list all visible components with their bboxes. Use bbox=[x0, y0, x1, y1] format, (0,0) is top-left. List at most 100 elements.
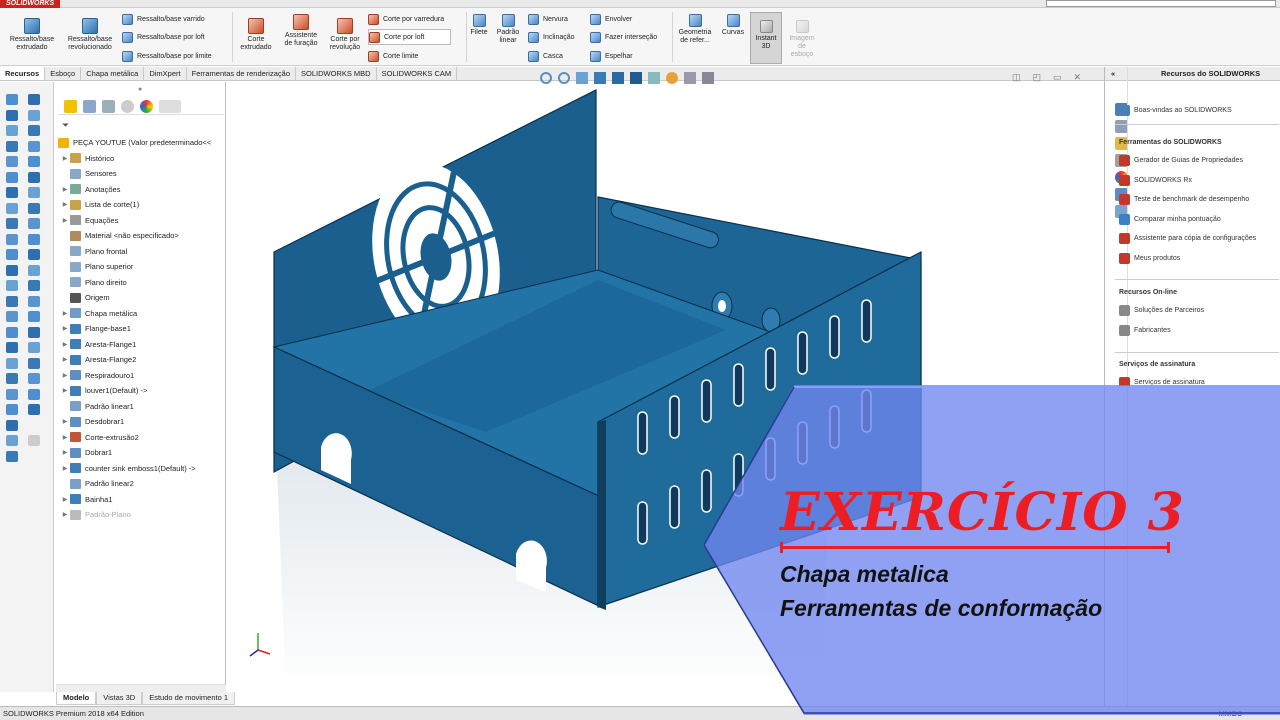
sheet-metal-tool-icon[interactable] bbox=[6, 233, 18, 245]
expand-arrow-icon[interactable]: ▶ bbox=[60, 341, 70, 348]
sheet-metal-tool-icon[interactable] bbox=[6, 435, 18, 446]
tree-item[interactable]: Padrão linear1 bbox=[54, 399, 226, 415]
sheet-metal-tool-icon[interactable] bbox=[28, 202, 40, 214]
online-link[interactable]: Fabricantes bbox=[1119, 324, 1171, 336]
mirror-button[interactable]: Espelhar bbox=[590, 48, 633, 64]
tree-item[interactable]: Plano superior bbox=[54, 259, 226, 275]
sheet-metal-tool-icon[interactable] bbox=[28, 140, 40, 152]
tree-item[interactable]: Sensores bbox=[54, 166, 226, 182]
dimxpert-manager-tab-icon[interactable] bbox=[121, 99, 134, 113]
wrap-button[interactable]: Envolver bbox=[590, 11, 632, 27]
draft-button[interactable]: Inclinação bbox=[528, 29, 575, 45]
expand-arrow-icon[interactable]: ▶ bbox=[60, 310, 70, 317]
close-icon[interactable]: ✕ bbox=[1074, 72, 1082, 83]
sheet-metal-tool-icon[interactable] bbox=[28, 109, 40, 121]
bottom-tab-0[interactable]: Modelo bbox=[56, 692, 97, 705]
tab-scroll-arrows-icon[interactable] bbox=[159, 99, 181, 113]
edit-appearance-icon[interactable] bbox=[666, 72, 678, 84]
expand-arrow-icon[interactable]: ▶ bbox=[60, 155, 70, 162]
sheet-metal-tool-icon[interactable] bbox=[6, 249, 18, 260]
configuration-manager-tab-icon[interactable] bbox=[102, 99, 115, 113]
shell-button[interactable]: Casca bbox=[528, 48, 563, 64]
panel-pin-icon[interactable]: ● bbox=[138, 86, 142, 93]
tree-item[interactable]: ▶ louver1(Default) -> bbox=[54, 383, 226, 399]
tree-item[interactable]: Origem bbox=[54, 290, 226, 306]
boundary-cut-button[interactable]: Corte limite bbox=[368, 48, 418, 64]
filter-icon[interactable]: ⏷ bbox=[62, 120, 69, 131]
online-link[interactable]: Soluções de Parceiros bbox=[1119, 305, 1204, 316]
sheet-metal-tool-icon[interactable] bbox=[28, 311, 40, 322]
tree-item[interactable]: Plano frontal bbox=[54, 244, 226, 260]
expand-arrow-icon[interactable]: ▶ bbox=[60, 356, 70, 363]
subscription-link[interactable]: Serviços de assinatura bbox=[1119, 377, 1205, 388]
units-indicator[interactable]: MMGS bbox=[1219, 707, 1242, 720]
expand-arrow-icon[interactable]: ▶ bbox=[60, 511, 70, 518]
tree-item[interactable]: ▶ Chapa metálica bbox=[54, 306, 226, 322]
expand-arrow-icon[interactable]: ▶ bbox=[60, 186, 70, 193]
sheet-metal-tool-icon[interactable] bbox=[6, 171, 18, 183]
sheet-metal-tool-icon[interactable] bbox=[6, 326, 18, 338]
property-manager-tab-icon[interactable] bbox=[83, 99, 96, 113]
tree-item[interactable]: ▶ Equações bbox=[54, 213, 226, 229]
tree-item[interactable]: ▶ counter sink emboss1(Default) -> bbox=[54, 461, 226, 477]
rib-button[interactable]: Nervura bbox=[528, 11, 568, 27]
tool-link[interactable]: Meus produtos bbox=[1119, 253, 1180, 264]
tree-root-part[interactable]: PEÇA YOUTUE (Valor predeterminado<< bbox=[54, 135, 226, 151]
expand-arrow-icon[interactable]: ▶ bbox=[60, 418, 70, 425]
view-orientation-icon[interactable] bbox=[612, 72, 624, 84]
sheet-metal-tool-icon[interactable] bbox=[6, 357, 18, 369]
tree-item[interactable]: ▶ Aresta-Flange2 bbox=[54, 352, 226, 368]
zoom-to-fit-icon[interactable] bbox=[540, 72, 552, 84]
swept-boss-button[interactable]: Ressalto/base varrido bbox=[122, 11, 205, 27]
horizontal-scrollbar[interactable] bbox=[56, 684, 226, 692]
sheet-metal-tool-icon[interactable] bbox=[6, 373, 18, 384]
bottom-tab-1[interactable]: Vistas 3D bbox=[96, 692, 143, 705]
sheet-metal-tool-icon[interactable] bbox=[28, 435, 40, 446]
tab-dimxpert[interactable]: DimXpert bbox=[144, 67, 187, 80]
sketch-picture-button[interactable]: Imagem de esboço bbox=[786, 20, 818, 59]
sheet-metal-tool-icon[interactable] bbox=[6, 187, 18, 198]
display-style-icon[interactable] bbox=[630, 72, 642, 84]
tree-item[interactable]: ▶ Aresta-Flange1 bbox=[54, 337, 226, 353]
sheet-metal-tool-icon[interactable] bbox=[28, 249, 40, 260]
sheet-metal-tool-icon[interactable] bbox=[6, 295, 18, 307]
tile-icon[interactable]: ◰ bbox=[1033, 72, 1042, 83]
tree-item[interactable]: ▶ Padrão-Plano bbox=[54, 507, 226, 523]
tab-recursos[interactable]: Recursos bbox=[0, 67, 46, 80]
view-settings-icon[interactable] bbox=[702, 72, 714, 84]
sheet-metal-tool-icon[interactable] bbox=[28, 125, 40, 136]
sheet-metal-tool-icon[interactable] bbox=[28, 280, 40, 291]
tool-link[interactable]: Assistente para cópia de configurações bbox=[1119, 233, 1256, 245]
instant3d-content[interactable]: Instant 3D bbox=[751, 20, 781, 51]
extrude-boss-button[interactable]: Ressalto/base extrudado bbox=[6, 18, 58, 52]
tool-link[interactable]: Teste de benchmark de desempenho bbox=[1119, 194, 1249, 206]
tree-item[interactable]: ▶ Lista de corte(1) bbox=[54, 197, 226, 213]
boundary-boss-button[interactable]: Ressalto/base por limite bbox=[122, 48, 212, 64]
tab-chapa-met-lica[interactable]: Chapa metálica bbox=[81, 67, 145, 80]
bottom-tab-2[interactable]: Estudo de movimento 1 bbox=[142, 692, 236, 705]
sheet-metal-tool-icon[interactable] bbox=[28, 156, 40, 167]
sheet-metal-tool-icon[interactable] bbox=[6, 311, 18, 322]
restore-icon[interactable]: ◫ bbox=[1012, 72, 1021, 83]
tree-item[interactable]: ▶ Dobrar1 bbox=[54, 445, 226, 461]
sheet-metal-tool-icon[interactable] bbox=[28, 388, 40, 400]
sheet-metal-tool-icon[interactable] bbox=[6, 264, 18, 276]
tab-ferramentas-de-renderiza-o[interactable]: Ferramentas de renderização bbox=[187, 67, 296, 80]
tree-item[interactable]: ▶ Flange-base1 bbox=[54, 321, 226, 337]
sheet-metal-tool-icon[interactable] bbox=[28, 187, 40, 198]
sheet-metal-tool-icon[interactable] bbox=[28, 295, 40, 307]
sheet-metal-tool-icon[interactable] bbox=[28, 357, 40, 369]
tree-item[interactable]: ▶ Corte-extrusão2 bbox=[54, 430, 226, 446]
tab-solidworks-cam[interactable]: SOLIDWORKS CAM bbox=[377, 67, 458, 80]
zoom-area-icon[interactable] bbox=[558, 72, 570, 84]
tree-item[interactable]: ▶ Respiradouro1 bbox=[54, 368, 226, 384]
expand-arrow-icon[interactable]: ▶ bbox=[60, 201, 70, 208]
sheet-metal-tool-icon[interactable] bbox=[6, 419, 18, 431]
swept-cut-button[interactable]: Corte por varredura bbox=[368, 11, 444, 27]
sheet-metal-tool-icon[interactable] bbox=[28, 373, 40, 384]
solidworks-logo[interactable]: SOLIDWORKS bbox=[0, 0, 61, 8]
curves-button[interactable]: Curvas bbox=[718, 14, 748, 37]
loft-boss-button[interactable]: Ressalto/base por loft bbox=[122, 29, 205, 45]
extrude-cut-button[interactable]: Corte extrudado bbox=[236, 18, 276, 52]
tree-item[interactable]: ▶ Desdobrar1 bbox=[54, 414, 226, 430]
